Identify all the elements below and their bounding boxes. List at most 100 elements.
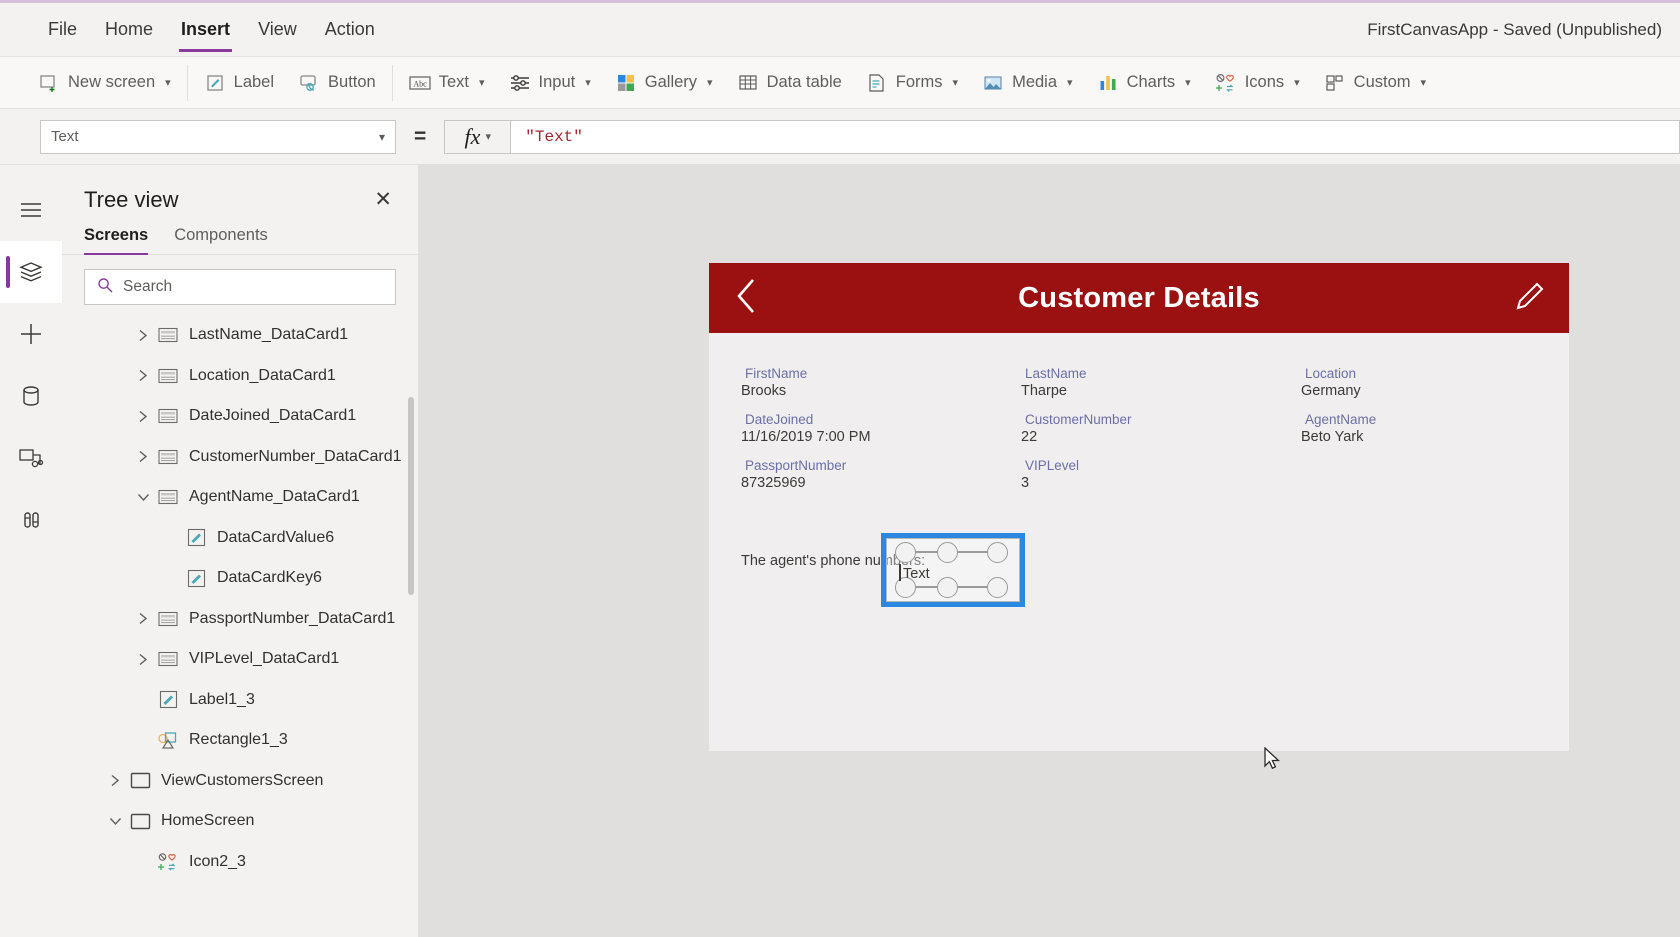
tree-node[interactable]: AgentName_DataCard1: [62, 477, 418, 518]
tree-node[interactable]: Label1_3: [62, 680, 418, 721]
datacard-icon: [156, 408, 180, 424]
tab-screens[interactable]: Screens: [84, 226, 149, 255]
app-save-status: FirstCanvasApp - Saved (Unpublished): [1367, 19, 1662, 39]
menu-item-insert[interactable]: Insert: [167, 13, 244, 52]
ribbon-forms[interactable]: Forms ▾: [854, 66, 970, 100]
ribbon-data-table[interactable]: Data table: [725, 66, 854, 100]
resize-handle-bottom-right[interactable]: [987, 577, 1008, 598]
tree-node[interactable]: VIPLevel_DataCard1: [62, 639, 418, 680]
property-select[interactable]: Text ▾: [40, 119, 396, 154]
form-field[interactable]: CustomerNumber 22: [989, 405, 1269, 451]
details-form: FirstName Brooks LastName Tharpe Location Ger…: [709, 333, 1569, 497]
chevron-left-icon[interactable]: [731, 274, 761, 323]
tree-node[interactable]: Location_DataCard1: [62, 356, 418, 397]
tree-node-label: AgentName_DataCard1: [189, 488, 360, 506]
menu-item-action[interactable]: Action: [311, 13, 389, 46]
equals-sign: =: [414, 124, 427, 148]
ribbon-input-label: Input: [538, 73, 576, 91]
ribbon-input[interactable]: Input ▾: [497, 66, 603, 100]
resize-handle-top-center[interactable]: [937, 542, 958, 563]
ribbon-media[interactable]: Media ▾: [970, 66, 1084, 100]
fx-button[interactable]: fx ▾: [444, 119, 511, 154]
formula-input[interactable]: "Text": [510, 119, 1680, 154]
tree-node[interactable]: Rectangle1_3: [62, 720, 418, 761]
menu-item-home[interactable]: Home: [91, 13, 167, 46]
data-table-icon: [737, 72, 759, 94]
chevron-right-icon[interactable]: [130, 653, 156, 666]
mouse-cursor-icon: [1264, 746, 1282, 778]
chevron-right-icon[interactable]: [130, 612, 156, 625]
ribbon-icons[interactable]: Icons ▾: [1203, 66, 1312, 100]
form-field[interactable]: [1269, 451, 1549, 497]
close-icon[interactable]: ✕: [370, 185, 396, 214]
chevron-right-icon[interactable]: [102, 774, 128, 787]
app-screen-preview[interactable]: Customer Details FirstName Brooks LastName…: [709, 263, 1569, 751]
tree-node[interactable]: DateJoined_DataCard1: [62, 396, 418, 437]
chevron-right-icon[interactable]: [130, 369, 156, 382]
ribbon-charts[interactable]: Charts ▾: [1085, 66, 1203, 100]
form-field[interactable]: PassportNumber 87325969: [709, 451, 989, 497]
form-field[interactable]: AgentName Beto Yark: [1269, 405, 1549, 451]
canvas-area[interactable]: Customer Details FirstName Brooks LastName…: [419, 165, 1680, 937]
hamburger-menu-icon[interactable]: [0, 179, 62, 241]
tree-node[interactable]: Icon2_3: [62, 842, 418, 883]
handle-line-bottom-right: [958, 586, 988, 588]
ribbon-gallery[interactable]: Gallery ▾: [603, 66, 725, 100]
advanced-tools-icon[interactable]: [0, 489, 62, 551]
ribbon-new-screen[interactable]: New screen ▾: [26, 66, 183, 100]
tree-scrollbar[interactable]: [408, 397, 414, 595]
resize-handle-bottom-center[interactable]: [937, 577, 958, 598]
ribbon-label[interactable]: Label: [192, 66, 286, 100]
media-library-icon[interactable]: [0, 427, 62, 489]
menu-item-file[interactable]: File: [34, 13, 91, 46]
resize-handle-top-right[interactable]: [987, 542, 1008, 563]
datacard-icon: [156, 368, 180, 384]
form-field[interactable]: VIPLevel 3: [989, 451, 1269, 497]
tree-node[interactable]: DataCardKey6: [62, 558, 418, 599]
form-field[interactable]: DateJoined 11/16/2019 7:00 PM: [709, 405, 989, 451]
form-field[interactable]: LastName Tharpe: [989, 359, 1269, 405]
chevron-down-icon: ▾: [1185, 77, 1191, 89]
insert-plus-icon[interactable]: [0, 303, 62, 365]
chevron-right-icon[interactable]: [130, 329, 156, 342]
chevron-down-icon: ▾: [1420, 77, 1427, 89]
ribbon-new-screen-label: New screen: [68, 73, 156, 91]
custom-icon: [1324, 72, 1346, 94]
resize-handle-top-left[interactable]: [895, 542, 916, 563]
data-sources-icon[interactable]: [0, 365, 62, 427]
ribbon-custom[interactable]: Custom ▾: [1312, 66, 1438, 100]
chevron-down-icon[interactable]: [130, 492, 156, 503]
fx-label: fx: [464, 123, 481, 149]
chevron-right-icon[interactable]: [130, 450, 156, 463]
chevron-right-icon[interactable]: [130, 410, 156, 423]
text-caret: [899, 564, 901, 581]
tree-node-list[interactable]: LastName_DataCard1 Location_DataCard1 Date…: [62, 311, 418, 937]
tree-node[interactable]: DataCardValue6: [62, 518, 418, 559]
ribbon-divider-2: [391, 64, 393, 101]
ribbon-text[interactable]: Abc Text ▾: [397, 66, 497, 100]
chevron-down-icon: ▾: [165, 77, 171, 89]
screen-header: Customer Details: [709, 263, 1569, 333]
menu-item-view[interactable]: View: [244, 13, 311, 46]
chevron-down-icon[interactable]: [102, 816, 128, 827]
tree-node[interactable]: HomeScreen: [62, 801, 418, 842]
selected-text-control[interactable]: Text: [881, 533, 1025, 607]
new-screen-icon: [38, 72, 60, 94]
form-field[interactable]: FirstName Brooks: [709, 359, 989, 405]
tree-view-icon[interactable]: [0, 241, 62, 303]
tree-node[interactable]: CustomerNumber_DataCard1: [62, 437, 418, 478]
tab-components[interactable]: Components: [174, 226, 268, 254]
tree-node[interactable]: PassportNumber_DataCard1: [62, 599, 418, 640]
tree-node-label: LastName_DataCard1: [189, 326, 349, 344]
tree-node[interactable]: ViewCustomersScreen: [62, 761, 418, 802]
menu-bar: File Home Insert View Action FirstCanvas…: [0, 3, 1680, 57]
tree-node[interactable]: LastName_DataCard1: [62, 315, 418, 356]
ribbon-button[interactable]: Button: [286, 66, 388, 100]
ribbon-icons-label: Icons: [1244, 73, 1285, 91]
tree-node-label: CustomerNumber_DataCard1: [189, 447, 402, 465]
form-field[interactable]: Location Germany: [1269, 359, 1549, 405]
datacard-icon: [156, 611, 180, 627]
field-key: VIPLevel: [1025, 458, 1080, 473]
pencil-icon[interactable]: [1513, 279, 1547, 318]
search-input[interactable]: Search: [84, 269, 396, 305]
